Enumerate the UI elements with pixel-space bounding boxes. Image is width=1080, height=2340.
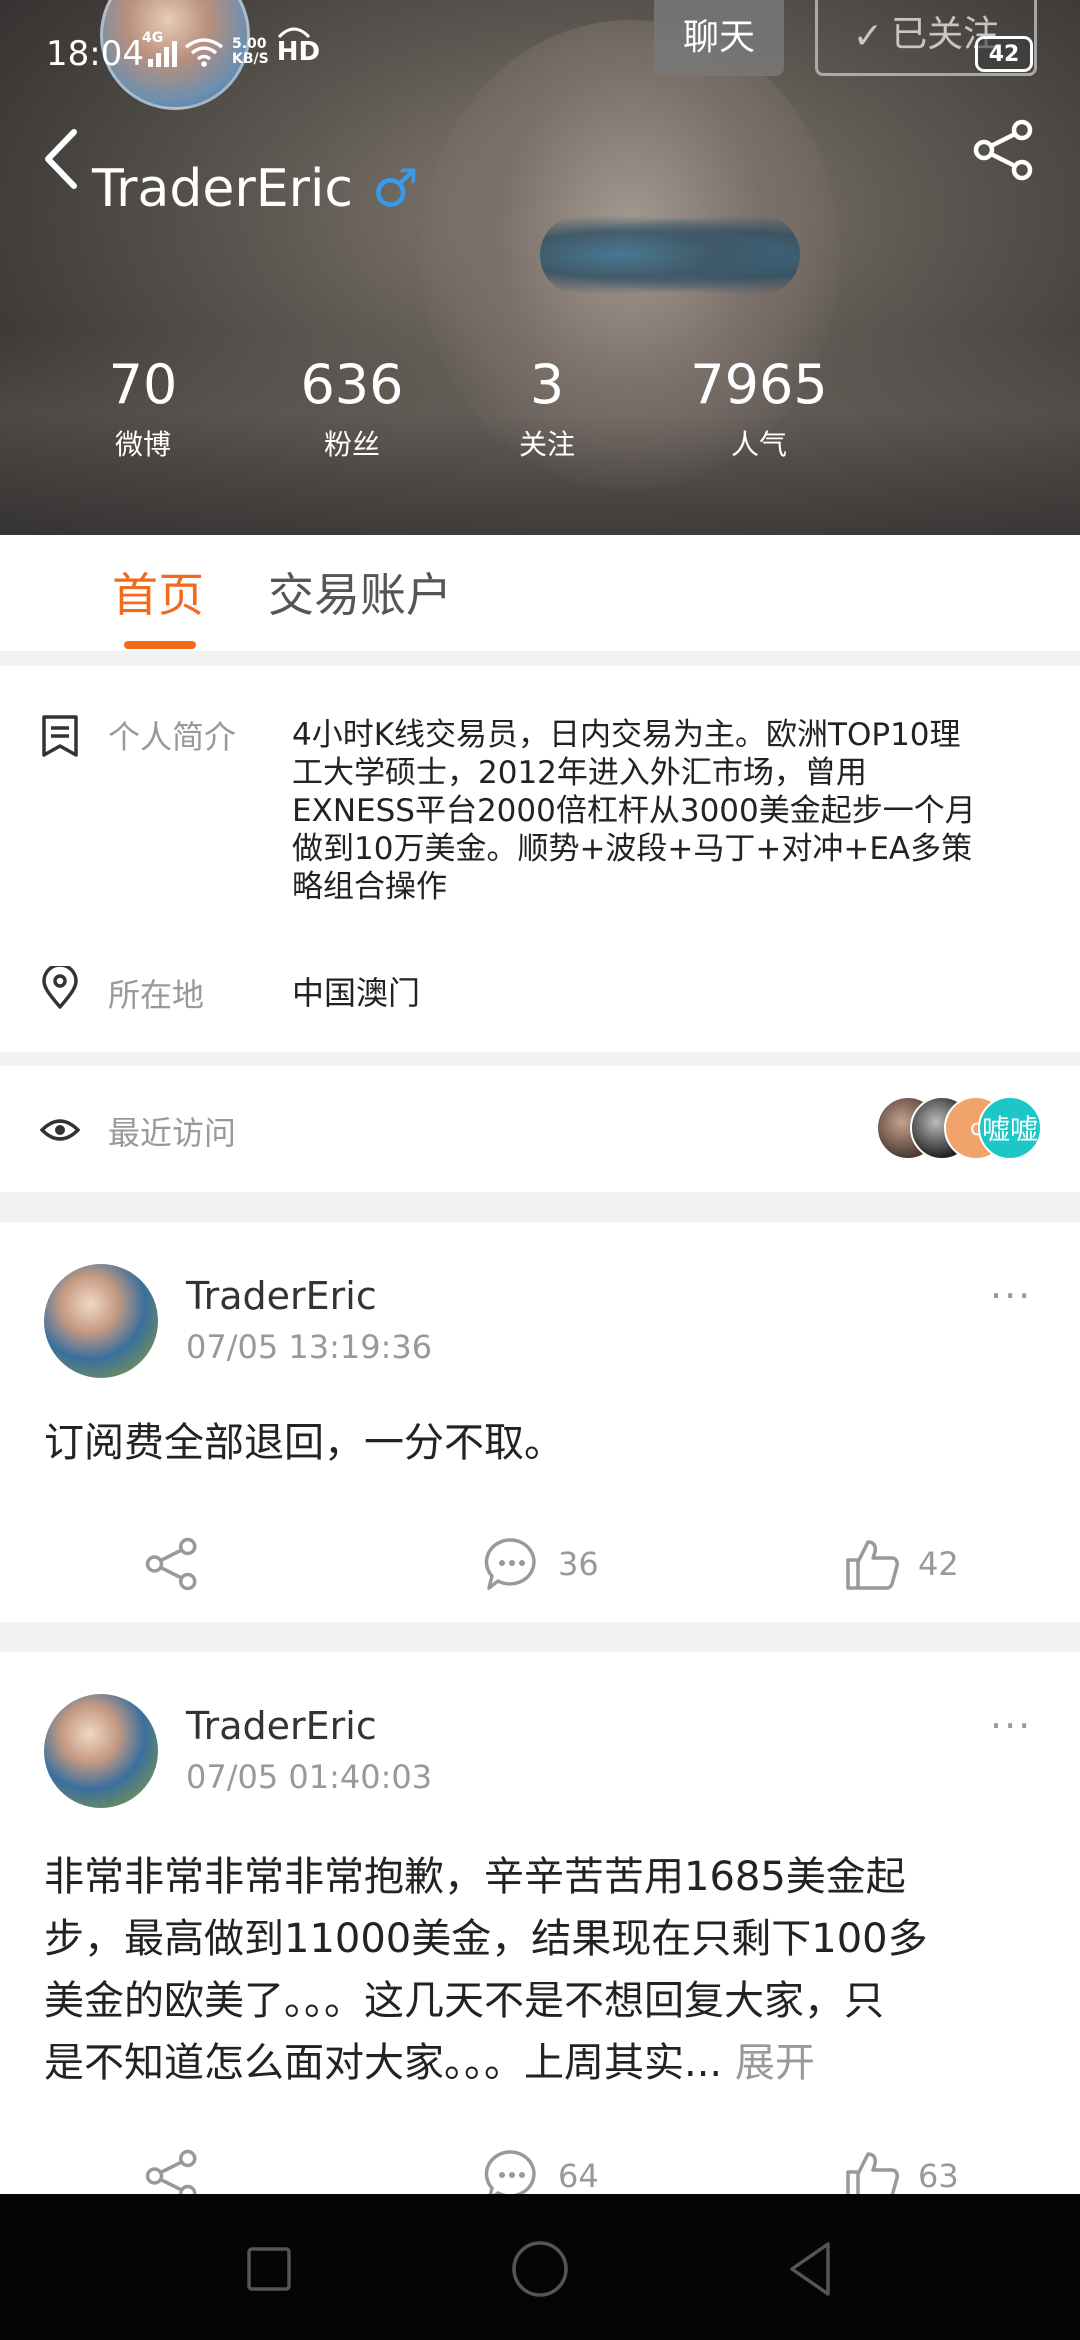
signal-icon: 4G — [142, 31, 177, 67]
share-icon — [145, 1537, 197, 1591]
profile-header: 18:04 4G 5.00 KB/S HD 聊天 ✓ 已关注 42 Trader… — [0, 0, 1080, 535]
stat-value: 3 — [529, 353, 565, 416]
tab-home[interactable]: 首页 — [112, 565, 204, 625]
stat-label: 关注 — [518, 428, 575, 461]
comment-count: 64 — [558, 2157, 599, 2194]
post-line-text: 是不知道怎么面对大家。。。上周其实... — [44, 2040, 723, 2086]
more-options-icon[interactable]: ··· — [990, 1274, 1032, 1318]
hd-icon: HD — [276, 27, 321, 67]
eye-icon — [40, 1119, 80, 1141]
bio-label: 个人简介 — [108, 718, 237, 756]
recent-visits-row[interactable]: 最近访问 c 嘘嘘 — [0, 1066, 1080, 1192]
location-value: 中国澳门 — [292, 974, 421, 1012]
check-icon: ✓ — [852, 16, 884, 57]
recent-visits-label: 最近访问 — [108, 1114, 237, 1152]
stat-value: 7965 — [690, 353, 828, 416]
back-icon[interactable] — [776, 2234, 846, 2304]
post-card: TraderEric 07/05 13:19:36 ··· 订阅费全部退回，一分… — [0, 1222, 1080, 1622]
thumbs-up-icon — [846, 1540, 899, 1590]
comment-count: 36 — [558, 1545, 599, 1583]
post-line: 是不知道怎么面对大家。。。上周其实... 展开 — [44, 2032, 1044, 2094]
profile-info-card: 个人简介 4小时K线交易员，日内交易为主。欧洲TOP10理 工大学硕士，2012… — [0, 666, 1080, 1052]
status-time: 18:04 — [46, 34, 144, 74]
more-options-icon[interactable]: ··· — [990, 1704, 1032, 1748]
stat-fans[interactable]: 636 粉丝 — [282, 350, 422, 470]
post-line: 订阅费全部退回，一分不取。 — [44, 1420, 564, 1466]
comment-action[interactable]: 36 — [484, 1536, 599, 1592]
bio-line: 4小时K线交易员，日内交易为主。欧洲TOP10理 — [292, 717, 961, 753]
stat-following[interactable]: 3 关注 — [477, 350, 617, 470]
notification-badge[interactable]: 42 — [975, 36, 1033, 72]
chat-button[interactable]: 聊天 — [654, 0, 784, 76]
post-avatar[interactable] — [44, 1694, 158, 1808]
stat-posts[interactable]: 70 微博 — [73, 350, 213, 470]
post-text[interactable]: 非常非常非常非常抱歉，辛辛苦苦用1685美金起 步，最高做到11000美金，结果… — [44, 1846, 1044, 2094]
stat-label: 粉丝 — [323, 428, 380, 461]
stat-value: 636 — [300, 353, 404, 416]
visitor-avatars[interactable]: c 嘘嘘 — [876, 1096, 1042, 1164]
share-action[interactable] — [144, 2148, 200, 2194]
comment-icon — [484, 2150, 536, 2194]
wifi-icon — [184, 38, 224, 67]
bio-line: EXNESS平台2000倍杠杆从3000美金起步一个月 — [292, 793, 976, 829]
status-icons: 4G 5.00 KB/S HD — [142, 27, 321, 74]
speed-value: 5.00 — [232, 36, 267, 52]
bio-line: 做到10万美金。顺势+波段+马丁+对冲+EA多策 — [292, 831, 973, 867]
stat-value: 70 — [108, 353, 178, 416]
stat-label: 人气 — [730, 428, 787, 461]
post-line: 步，最高做到11000美金，结果现在只剩下100多 — [44, 1916, 928, 1962]
share-action[interactable] — [144, 1536, 200, 1592]
tab-trading-account[interactable]: 交易账户 — [268, 565, 452, 625]
like-count: 63 — [918, 2157, 959, 2194]
post-card: TraderEric 07/05 01:40:03 ··· 非常非常非常非常抱歉… — [0, 1652, 1080, 2194]
expand-link[interactable]: 展开 — [735, 2040, 815, 2086]
recent-apps-icon[interactable] — [234, 2234, 304, 2304]
header-background-detail — [540, 215, 800, 295]
network-speed: 5.00 KB/S — [232, 37, 269, 67]
bio-line: 略组合操作 — [292, 869, 447, 905]
home-icon[interactable] — [505, 2234, 575, 2304]
system-navigation-bar — [0, 2194, 1080, 2340]
stat-label: 微博 — [114, 428, 171, 461]
profile-username: TraderEric — [92, 159, 354, 219]
speed-unit: KB/S — [232, 51, 269, 67]
post-time: 07/05 01:40:03 — [186, 1758, 433, 1796]
share-icon[interactable] — [972, 118, 1036, 182]
post-time: 07/05 13:19:36 — [186, 1328, 433, 1366]
comment-icon — [484, 1538, 536, 1590]
bio-line: 工大学硕士，2012年进入外汇市场，曾用 — [292, 755, 867, 791]
share-icon — [145, 2149, 197, 2194]
post-line: 美金的欧美了。。。这几天不是不想回复大家，只 — [44, 1978, 884, 2024]
like-count: 42 — [918, 1545, 959, 1583]
post-author[interactable]: TraderEric — [186, 1274, 377, 1318]
location-pin-icon — [42, 966, 78, 1009]
post-text[interactable]: 订阅费全部退回，一分不取。 — [44, 1412, 1044, 1474]
comment-action[interactable]: 64 — [484, 2148, 599, 2194]
like-action[interactable]: 63 — [844, 2148, 959, 2194]
back-arrow-icon[interactable] — [38, 128, 88, 190]
like-action[interactable]: 42 — [844, 1536, 959, 1592]
post-avatar[interactable] — [44, 1264, 158, 1378]
profile-tabs: 首页 交易账户 — [0, 535, 1080, 651]
active-tab-indicator — [124, 641, 196, 649]
post-line: 非常非常非常非常抱歉，辛辛苦苦用1685美金起 — [44, 1854, 906, 1900]
gender-male-icon: ♂ — [372, 159, 419, 219]
thumbs-up-icon — [846, 2152, 899, 2194]
location-label: 所在地 — [108, 976, 205, 1014]
hd-label: HD — [276, 37, 321, 67]
post-author[interactable]: TraderEric — [186, 1704, 377, 1748]
bio-text: 4小时K线交易员，日内交易为主。欧洲TOP10理 工大学硕士，2012年进入外汇… — [292, 716, 1052, 906]
stat-popularity[interactable]: 7965 人气 — [689, 350, 829, 470]
bio-icon — [42, 715, 78, 757]
visitor-avatar: 嘘嘘 — [978, 1096, 1042, 1160]
